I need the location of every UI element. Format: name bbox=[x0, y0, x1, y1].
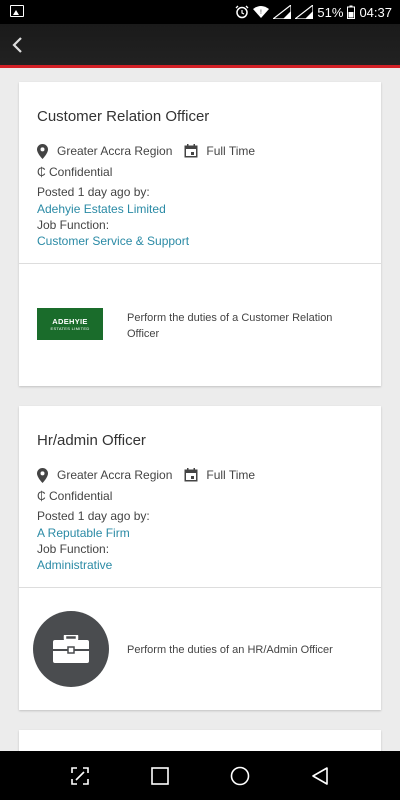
job-function-label: Job Function: bbox=[37, 218, 110, 232]
circle-icon bbox=[230, 766, 250, 785]
alarm-icon bbox=[235, 5, 249, 19]
briefcase-icon bbox=[53, 635, 89, 663]
job-list[interactable]: Customer Relation Officer Greater Accra … bbox=[0, 71, 400, 751]
location-pin-icon bbox=[35, 467, 49, 483]
job-function-link[interactable]: Administrative bbox=[37, 558, 112, 572]
job-function-link[interactable]: Customer Service & Support bbox=[37, 234, 189, 248]
location-pin-icon bbox=[35, 143, 49, 159]
company-logo-placeholder bbox=[33, 611, 109, 687]
chevron-left-icon bbox=[12, 37, 22, 53]
status-icons: ! 51% 04:37 bbox=[235, 3, 392, 21]
job-card[interactable]: Customer Relation Officer Greater Accra … bbox=[19, 82, 381, 386]
signal-icon-1 bbox=[273, 5, 292, 19]
logo-name: ADEHYIE bbox=[52, 317, 88, 326]
job-title[interactable]: Customer Relation Officer bbox=[37, 108, 209, 125]
job-type: Full Time bbox=[206, 144, 256, 158]
job-description: Perform the duties of an HR/Admin Office… bbox=[127, 644, 333, 656]
card-divider bbox=[19, 587, 381, 588]
gallery-icon bbox=[10, 5, 24, 17]
job-card[interactable]: Hr/admin Officer Greater Accra Region Fu… bbox=[19, 406, 381, 710]
job-title[interactable]: Hr/admin Officer bbox=[37, 432, 146, 449]
job-salary: ₵ Confidential bbox=[37, 489, 113, 503]
app-bar bbox=[0, 24, 400, 68]
company-link[interactable]: A Reputable Firm bbox=[37, 526, 130, 540]
square-icon bbox=[151, 766, 169, 785]
back-button[interactable] bbox=[4, 30, 32, 60]
screen-cast-icon bbox=[71, 766, 89, 785]
job-location: Greater Accra Region bbox=[57, 144, 173, 158]
job-function-label: Job Function: bbox=[37, 542, 110, 556]
job-posted: Posted 1 day ago by: bbox=[37, 185, 150, 199]
company-logo: ADEHYIE ESTATES LIMITED bbox=[37, 308, 103, 340]
status-bar: ! 51% 04:37 bbox=[0, 0, 400, 24]
calendar-icon bbox=[184, 143, 198, 159]
signal-icon-2 bbox=[295, 5, 314, 19]
company-link[interactable]: Adehyie Estates Limited bbox=[37, 202, 166, 216]
job-description: Perform the duties of a Customer Relatio… bbox=[127, 312, 333, 340]
home-button[interactable] bbox=[220, 756, 260, 796]
screen-cast-button[interactable] bbox=[60, 756, 100, 796]
triangle-back-icon bbox=[312, 766, 328, 785]
job-posted: Posted 1 day ago by: bbox=[37, 509, 150, 523]
job-meta-row: Greater Accra Region Full Time bbox=[35, 143, 255, 159]
job-salary: ₵ Confidential bbox=[37, 165, 113, 179]
card-divider bbox=[19, 263, 381, 264]
battery-percent: 51% bbox=[317, 4, 344, 20]
job-meta-row: Greater Accra Region Full Time bbox=[35, 467, 255, 483]
recents-button[interactable] bbox=[140, 756, 180, 796]
battery-icon bbox=[347, 5, 356, 19]
job-location: Greater Accra Region bbox=[57, 468, 173, 482]
back-nav-button[interactable] bbox=[300, 756, 340, 796]
system-nav-bar bbox=[0, 751, 400, 800]
job-type: Full Time bbox=[206, 468, 256, 482]
logo-sub: ESTATES LIMITED bbox=[50, 326, 90, 331]
clock-time: 04:37 bbox=[359, 4, 392, 20]
calendar-icon bbox=[184, 467, 198, 483]
job-card[interactable] bbox=[19, 730, 381, 751]
wifi-icon: ! bbox=[253, 6, 270, 18]
